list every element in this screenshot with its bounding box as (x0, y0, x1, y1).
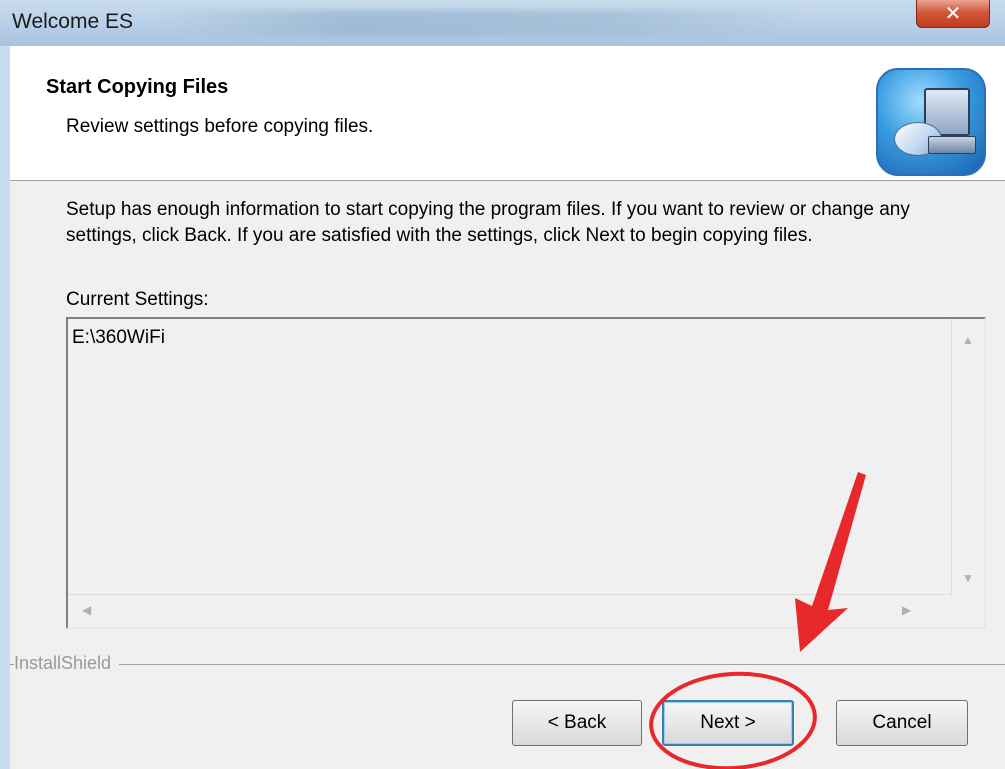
computer-base-shape (928, 136, 976, 154)
close-icon: ✕ (944, 3, 962, 25)
scroll-up-icon[interactable]: ▲ (952, 333, 984, 347)
wizard-body: Setup has enough information to start co… (10, 181, 1005, 769)
description-text: Setup has enough information to start co… (66, 199, 910, 246)
brand-divider (10, 664, 1005, 665)
window-border (0, 46, 10, 769)
wizard-header: Start Copying Files Review settings befo… (10, 46, 1005, 181)
cancel-button[interactable]: Cancel (836, 700, 968, 746)
page-title: Start Copying Files (46, 76, 229, 98)
scroll-right-icon[interactable]: ▶ (902, 603, 911, 617)
current-settings-label: Current Settings: (66, 289, 209, 310)
back-button[interactable]: < Back (512, 700, 642, 746)
scrollbar-corner (952, 595, 984, 627)
scroll-left-icon[interactable]: ◀ (82, 603, 91, 617)
close-button[interactable]: ✕ (916, 0, 990, 28)
scroll-down-icon[interactable]: ▼ (952, 571, 984, 585)
horizontal-scrollbar[interactable]: ◀ ▶ (68, 594, 952, 627)
current-settings-value: E:\360WiFi (72, 327, 165, 348)
blurred-title-text (160, 10, 800, 36)
page-subtitle: Review settings before copying files. (66, 116, 374, 137)
vertical-scrollbar[interactable]: ▲ ▼ (951, 319, 984, 595)
window-title: Welcome ES (12, 10, 133, 33)
current-settings-textbox[interactable]: E:\360WiFi ▲ ▼ ◀ ▶ (66, 317, 986, 629)
next-button[interactable]: Next > (662, 700, 794, 746)
title-bar: Welcome ES ✕ (0, 0, 1005, 47)
installer-computer-icon (876, 68, 986, 176)
installshield-brand: InstallShield (14, 653, 120, 674)
